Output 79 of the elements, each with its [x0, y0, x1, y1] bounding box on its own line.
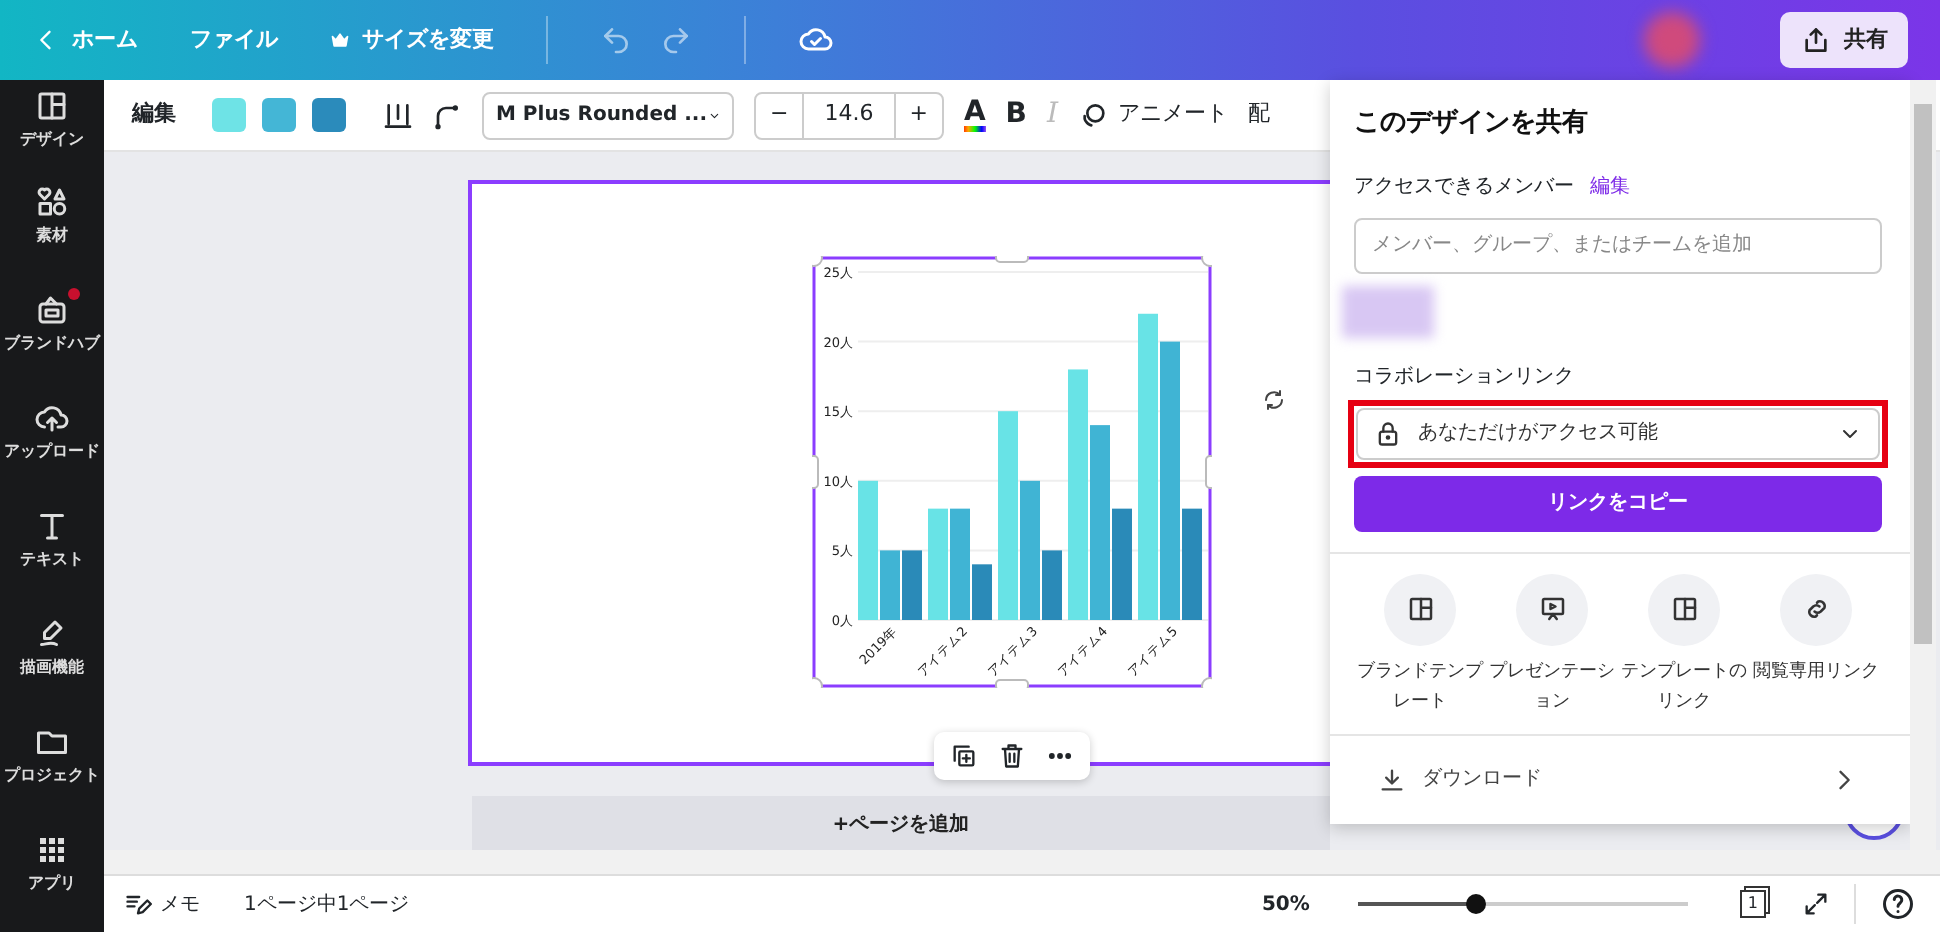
- notes-icon: [124, 890, 152, 918]
- sidebar-item[interactable]: ブランドハブ: [0, 272, 104, 376]
- font-dropdown[interactable]: M Plus Rounded ...: [482, 91, 734, 139]
- layout-icon: [34, 88, 70, 124]
- access-dropdown[interactable]: あなただけがアクセス可能: [1356, 407, 1880, 459]
- redo-icon[interactable]: [660, 24, 692, 56]
- share-option[interactable]: テンプレートのリンク: [1618, 573, 1750, 719]
- copy-link-button[interactable]: リンクをコピー: [1354, 475, 1882, 531]
- resize-handle[interactable]: [1201, 256, 1212, 267]
- color-swatch[interactable]: [312, 98, 346, 132]
- text-icon: [34, 508, 70, 544]
- resize-handle[interactable]: [812, 256, 823, 267]
- sidebar-item[interactable]: アプリ: [0, 812, 104, 916]
- share-option[interactable]: プレゼンテーション: [1486, 573, 1618, 719]
- vertical-scrollbar[interactable]: [1910, 80, 1936, 850]
- help-bubble[interactable]: [1844, 824, 1904, 840]
- section-label: アクセスできるメンバー: [1354, 173, 1574, 201]
- duplicate-icon[interactable]: [950, 742, 978, 770]
- resize-handle[interactable]: [995, 256, 1029, 263]
- resize-handle[interactable]: [812, 455, 819, 489]
- notes-button[interactable]: メモ: [124, 889, 200, 919]
- sidebar-item[interactable]: テキスト: [0, 488, 104, 592]
- resize-handle[interactable]: [812, 677, 823, 688]
- sidebar-item[interactable]: アップロード: [0, 380, 104, 484]
- animate-button[interactable]: アニメート: [1077, 98, 1228, 132]
- trash-icon[interactable]: [998, 742, 1026, 770]
- resize-handle[interactable]: [1205, 455, 1212, 489]
- share-button[interactable]: 共有: [1780, 11, 1908, 69]
- presentation-icon: [1537, 594, 1567, 624]
- sidebar-item[interactable]: 描画機能: [0, 596, 104, 700]
- bar: [902, 550, 922, 620]
- download-icon: [1378, 765, 1406, 794]
- share-option[interactable]: ブランドテンプレート: [1354, 573, 1486, 719]
- sidebar-item[interactable]: デザイン: [0, 80, 104, 160]
- crown-icon: [330, 30, 350, 50]
- slider-thumb[interactable]: [1466, 894, 1487, 914]
- lock-icon: [1374, 419, 1402, 447]
- undo-icon[interactable]: [600, 24, 632, 56]
- cloud-upload-icon: [34, 400, 70, 436]
- bold-button[interactable]: B: [1005, 94, 1027, 136]
- sidebar-item[interactable]: プロジェクト: [0, 704, 104, 808]
- shapes-icon: [34, 184, 70, 220]
- horizontal-scrollbar[interactable]: [104, 850, 1940, 874]
- selection-frame[interactable]: [812, 256, 1212, 688]
- layout-icon: [1669, 594, 1699, 624]
- avatar[interactable]: [1644, 12, 1700, 68]
- color-swatch[interactable]: [212, 98, 246, 132]
- spacing-icon[interactable]: [382, 99, 414, 131]
- color-swatch[interactable]: [262, 98, 296, 132]
- animate-icon: [1077, 99, 1110, 131]
- fullscreen-icon[interactable]: [1802, 890, 1830, 918]
- resize-handle[interactable]: [1201, 677, 1212, 688]
- add-page-button[interactable]: +ページを追加: [472, 796, 1330, 852]
- member-search-field[interactable]: メンバー、グループ、またはチームを追加: [1354, 217, 1882, 273]
- panel-title: このデザインを共有: [1354, 106, 1590, 142]
- page-counter: 1ページ中1ページ: [244, 891, 410, 919]
- rotate-icon[interactable]: [1262, 388, 1286, 412]
- decrease-button[interactable]: −: [756, 93, 803, 137]
- help-icon[interactable]: [1880, 886, 1916, 922]
- avatar: [1342, 285, 1434, 337]
- share-option[interactable]: 閲覧専用リンク: [1750, 573, 1882, 719]
- sidebar-item[interactable]: 素材: [0, 164, 104, 268]
- zoom-level[interactable]: 50%: [1261, 889, 1310, 919]
- share-icon: [1800, 24, 1832, 56]
- download-row[interactable]: ダウンロード: [1354, 756, 1882, 803]
- layout-icon: [1405, 594, 1435, 624]
- edit-link[interactable]: 編集: [1590, 171, 1630, 201]
- grid-icon: [34, 832, 70, 868]
- bar: [928, 508, 948, 620]
- curve-icon[interactable]: [430, 99, 462, 131]
- edit-button[interactable]: 編集: [132, 98, 176, 132]
- font-size-field[interactable]: 14.6: [802, 93, 896, 137]
- increase-button[interactable]: +: [895, 93, 942, 137]
- position-button[interactable]: 配: [1247, 98, 1270, 132]
- page-count-button[interactable]: 1: [1739, 890, 1766, 918]
- resize-handle[interactable]: [995, 679, 1029, 688]
- section-label: コラボレーションリンク: [1354, 363, 1576, 391]
- briefcase-icon: [34, 292, 70, 328]
- text-color-button[interactable]: A: [963, 98, 986, 132]
